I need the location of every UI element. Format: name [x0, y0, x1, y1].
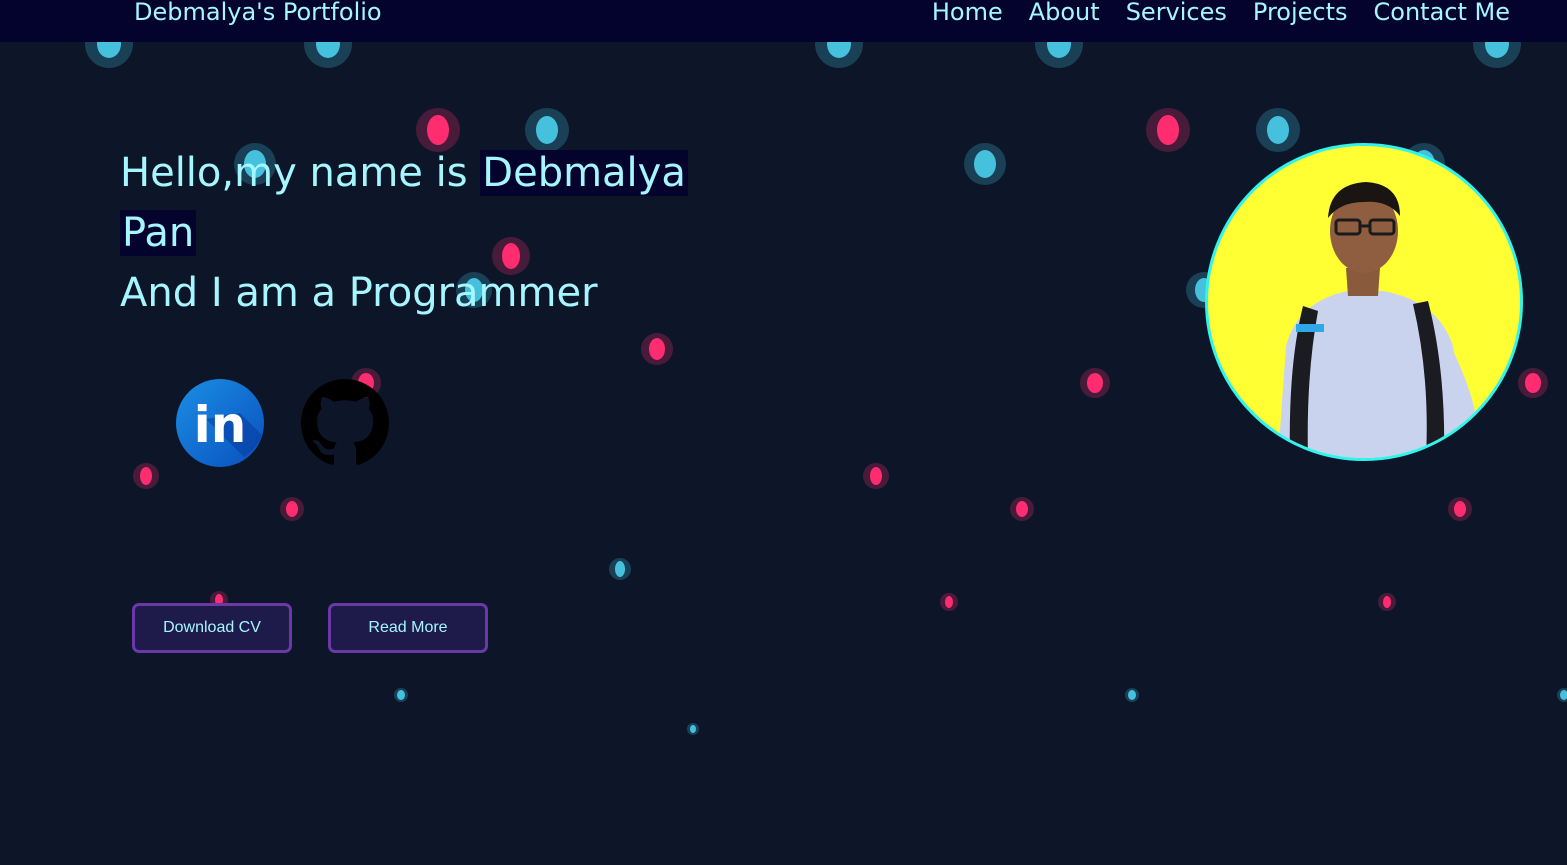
github-icon[interactable]	[301, 379, 389, 467]
linkedin-icon[interactable]: in	[176, 379, 264, 467]
nav-link-projects[interactable]: Projects	[1253, 0, 1348, 28]
read-more-button[interactable]: Read More	[328, 603, 488, 653]
name-last-highlight: Pan	[120, 210, 197, 256]
nav-link-about[interactable]: About	[1029, 0, 1100, 28]
linkedin-icon-text: in	[194, 396, 247, 454]
navbar: Debmalya's Portfolio Home About Services…	[0, 0, 1567, 42]
nav-link-contact[interactable]: Contact Me	[1374, 0, 1510, 28]
greeting-prefix: Hello,my name is	[120, 150, 481, 196]
site-brand[interactable]: Debmalya's Portfolio	[134, 0, 382, 28]
hero-text: Hello,my name is Debmalya Pan And I am a…	[120, 143, 688, 323]
nav-link-home[interactable]: Home	[932, 0, 1003, 28]
hero-tagline: And I am a Programmer	[120, 270, 598, 316]
hero-greeting: Hello,my name is Debmalya	[120, 143, 688, 203]
name-first-highlight: Debmalya	[480, 150, 688, 196]
nav-link-services[interactable]: Services	[1126, 0, 1227, 28]
download-cv-button[interactable]: Download CV	[132, 603, 292, 653]
avatar-illustration	[1278, 182, 1476, 458]
nav-links: Home About Services Projects Contact Me	[932, 0, 1510, 28]
profile-avatar	[1205, 143, 1523, 461]
hero-name-line: Pan	[120, 203, 688, 263]
